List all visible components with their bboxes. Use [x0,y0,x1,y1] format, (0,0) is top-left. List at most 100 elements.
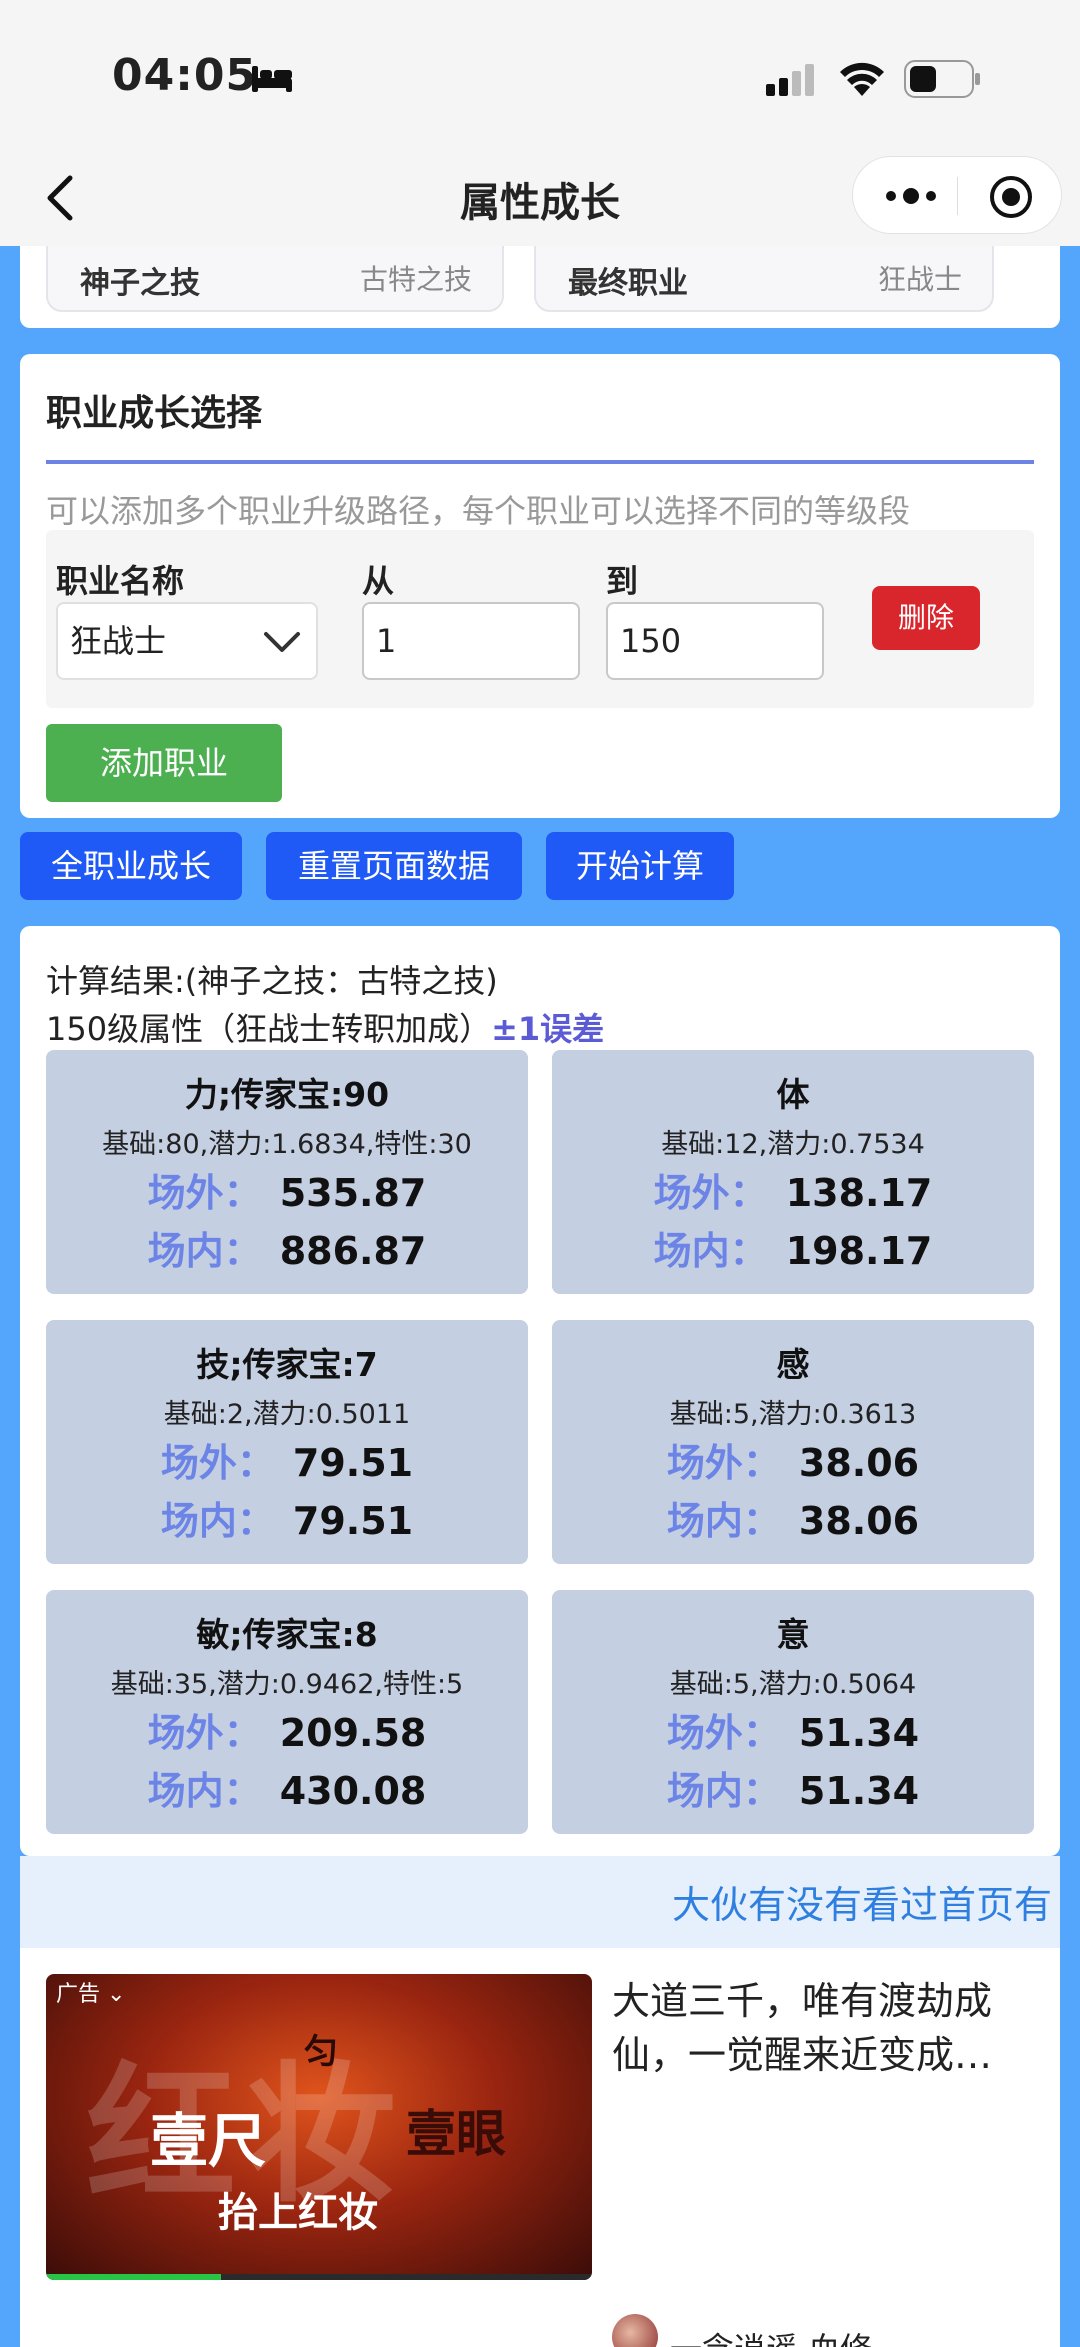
stat-title: 体 [776,1075,810,1114]
stat-in-row: 场内： 886.87 [46,1220,528,1275]
out-label: 场外： [666,1441,781,1485]
in-label: 场内： [666,1769,781,1813]
stat-out-row: 场外： 38.06 [552,1432,1034,1487]
ad-progress-fill [46,2274,221,2280]
out-value: 535.87 [279,1171,427,1215]
to-level-input[interactable]: 150 [606,602,824,680]
stat-card: 感 基础:5,潜力:0.3613 场外： 38.06 场内： 38.06 [552,1320,1034,1564]
summary-key: 最终职业 [568,266,688,301]
nav-bar: 属性成长 [0,150,1080,246]
close-program-icon[interactable] [987,173,1035,221]
stat-out-row: 场外： 138.17 [552,1162,1034,1217]
ad-image-text: 壹眼 [406,2104,506,2163]
stat-out-row: 场外： 79.51 [46,1432,528,1487]
stat-in-row: 场内： 38.06 [552,1490,1034,1545]
hint-text: 可以添加多个职业升级路径，每个职业可以选择不同的等级段 [46,492,911,530]
stat-in-row: 场内： 79.51 [46,1490,528,1545]
summary-item-skill: 神子之技 古特之技 [46,246,504,312]
stat-card: 体 基础:12,潜力:0.7534 场外： 138.17 场内： 198.17 [552,1050,1034,1294]
capsule-divider [957,177,958,215]
stat-title: 感 [776,1345,810,1384]
out-label: 场外： [160,1441,275,1485]
stat-detail: 基础:5,潜力:0.3613 [669,1399,917,1430]
error-note: ±1误差 [491,1010,605,1048]
summary-key: 神子之技 [80,266,200,301]
in-value: 51.34 [798,1769,920,1813]
out-value: 138.17 [785,1171,933,1215]
summary-value: 古特之技 [359,263,472,296]
ad-card[interactable]: 红妆 匀 壹尺 壹眼 抬上红妆 广告 ⌄ 大道三千，唯有渡劫成仙，一觉醒来近变成… [20,1948,1060,2347]
in-value: 886.87 [279,1229,427,1273]
to-label: 到 [606,562,639,600]
job-select[interactable]: 狂战士 [56,602,318,680]
reset-page-button[interactable]: 重置页面数据 [266,832,522,900]
in-value: 198.17 [785,1229,933,1273]
stat-out-row: 场外： 535.87 [46,1162,528,1217]
stat-card: 意 基础:5,潜力:0.5064 场外： 51.34 场内： 51.34 [552,1590,1034,1834]
cellular-signal-icon [766,64,814,96]
result-card: 计算结果:(神子之技：古特之技) 150级属性（狂战士转职加成）±1误差 力;传… [20,926,1060,1856]
stat-detail: 基础:35,潜力:0.9462,特性:5 [110,1669,464,1700]
out-label: 场外： [147,1171,262,1215]
out-value: 209.58 [279,1711,427,1755]
stat-title: 意 [776,1615,810,1654]
stat-title: 敏;传家宝:8 [196,1615,378,1654]
in-value: 79.51 [292,1499,414,1543]
mini-program-capsule [852,156,1062,234]
marquee-text: 大伙有没有看过首页有 [672,1883,1053,1927]
ad-image-text: 抬上红妆 [218,2189,378,2236]
all-job-growth-button[interactable]: 全职业成长 [20,832,242,900]
in-label: 场内： [147,1229,262,1273]
status-time: 04:05 [112,50,258,101]
job-row: 职业名称 狂战士 从 1 到 150 删除 [46,530,1034,708]
ad-image[interactable]: 红妆 匀 壹尺 壹眼 抬上红妆 广告 ⌄ [46,1974,592,2280]
ad-tag[interactable]: 广告 ⌄ [56,1976,125,2008]
job-select-value: 狂战士 [70,622,167,660]
job-growth-card: 职业成长选择 可以添加多个职业升级路径，每个职业可以选择不同的等级段 职业名称 … [20,354,1060,818]
section-title: 职业成长选择 [46,393,263,434]
add-job-button[interactable]: 添加职业 [46,724,282,802]
stat-title: 力;传家宝:90 [184,1075,390,1114]
stat-out-row: 场外： 209.58 [46,1702,528,1757]
out-value: 38.06 [798,1441,920,1485]
ad-description: 大道三千，唯有渡劫成仙，一觉醒来近变成… [612,1979,993,2077]
announcement-marquee[interactable]: 大伙有没有看过首页有 [20,1856,1060,1948]
stat-detail: 基础:80,潜力:1.6834,特性:30 [102,1129,472,1160]
delete-button[interactable]: 删除 [872,586,980,650]
out-label: 场外： [147,1711,262,1755]
stat-detail: 基础:5,潜力:0.5064 [669,1669,917,1700]
out-label: 场外： [666,1711,781,1755]
title-underline [46,460,1034,464]
ad-image-text: 匀 [304,2032,338,2072]
stat-in-row: 场内： 430.08 [46,1760,528,1815]
summary-card: 神子之技 古特之技 最终职业 狂战士 [20,246,1060,328]
in-value: 430.08 [279,1769,427,1813]
job-label: 职业名称 [56,562,185,600]
stat-card: 力;传家宝:90 基础:80,潜力:1.6834,特性:30 场外： 535.87… [46,1050,528,1294]
ad-progress-bar [46,2274,592,2280]
ad-image-text: 壹尺 [150,2107,267,2175]
in-label: 场内： [666,1499,781,1543]
from-level-input[interactable]: 1 [362,602,580,680]
chevron-down-icon [264,632,300,652]
more-options-icon[interactable] [881,177,941,215]
stat-out-row: 场外： 51.34 [552,1702,1034,1757]
result-subheading: 150级属性（狂战士转职加成）±1误差 [46,1004,604,1050]
in-label: 场内： [160,1499,275,1543]
stat-in-row: 场内： 198.17 [552,1220,1034,1275]
out-value: 51.34 [798,1711,920,1755]
in-label: 场内： [147,1769,262,1813]
battery-icon [904,60,980,98]
result-level-text: 150级属性（狂战士转职加成） [46,1010,492,1048]
stat-detail: 基础:12,潜力:0.7534 [661,1129,925,1160]
in-value: 38.06 [798,1499,920,1543]
start-calculation-button[interactable]: 开始计算 [546,832,734,900]
stat-card: 技;传家宝:7 基础:2,潜力:0.5011 场外： 79.51 场内： 79.51 [46,1320,528,1564]
out-label: 场外： [653,1171,768,1215]
avatar [612,2314,658,2347]
stat-card: 敏;传家宝:8 基础:35,潜力:0.9462,特性:5 场外： 209.58 场… [46,1590,528,1834]
wifi-icon [840,62,884,96]
stat-title: 技;传家宝:7 [196,1345,378,1384]
sleep-mode-icon [252,66,292,92]
in-label: 场内： [653,1229,768,1273]
